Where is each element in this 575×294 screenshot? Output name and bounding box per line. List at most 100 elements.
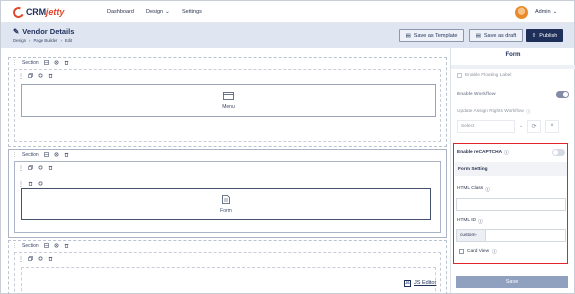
assign-rights-label: Update Assign Rights Workflow ⓘ: [457, 108, 531, 115]
pencil-icon[interactable]: ✎: [13, 27, 19, 36]
html-class-input[interactable]: [456, 198, 566, 211]
nav-dashboard-label: Dashboard: [107, 9, 134, 15]
breadcrumb-design[interactable]: Design: [13, 38, 26, 43]
toggle-knob: [563, 92, 568, 97]
info-icon[interactable]: ⓘ: [478, 218, 483, 225]
save-button[interactable]: Save: [456, 276, 568, 288]
drag-handle-icon[interactable]: ⋮: [12, 152, 17, 158]
form-widget-label: Form: [220, 207, 232, 214]
settings-icon[interactable]: [38, 73, 43, 78]
html-id-field[interactable]: custom-: [456, 229, 566, 242]
js-editor-button[interactable]: JS JS Editor: [404, 278, 436, 288]
save-as-template-button[interactable]: ▤ Save as Template: [399, 29, 464, 42]
settings-icon[interactable]: [54, 60, 59, 65]
crmjetty-logo[interactable]: CRM jetty: [11, 4, 64, 20]
save-as-template-label: Save as Template: [413, 32, 458, 39]
save-as-draft-button[interactable]: ▤ Save as draft: [469, 29, 523, 42]
delete-icon[interactable]: [64, 60, 69, 65]
top-navbar: CRM jetty Dashboard Design ⌄ Settings Ad…: [1, 1, 574, 23]
form-widget[interactable]: Form: [21, 188, 431, 220]
clear-button[interactable]: ×: [545, 119, 560, 133]
menu-widget[interactable]: Menu: [21, 84, 436, 117]
settings-icon[interactable]: [54, 152, 59, 157]
delete-icon[interactable]: [48, 256, 53, 261]
html-id-input[interactable]: [486, 229, 566, 242]
logo-crm-text: CRM: [26, 7, 46, 17]
toggle-knob: [553, 150, 558, 155]
drag-handle-icon[interactable]: ⋮: [18, 73, 24, 80]
layout-icon[interactable]: [43, 152, 49, 157]
info-icon[interactable]: ⓘ: [492, 248, 497, 255]
delete-icon[interactable]: [48, 165, 53, 170]
info-icon[interactable]: ⓘ: [526, 108, 531, 115]
delete-icon[interactable]: [64, 152, 69, 157]
copy-icon[interactable]: [28, 72, 33, 78]
drag-handle-icon[interactable]: ⋮: [12, 243, 17, 249]
workflow-option[interactable]: Enable Workflow: [457, 91, 569, 98]
card-view-option[interactable]: Card View ⓘ: [459, 248, 497, 255]
info-icon[interactable]: ⓘ: [485, 186, 490, 193]
settings-icon[interactable]: [38, 165, 43, 170]
form-widget-icon: [222, 194, 230, 206]
close-icon: ×: [550, 123, 554, 129]
section-label: Section: [22, 59, 39, 66]
delete-icon[interactable]: [64, 243, 69, 248]
section-toolbar: ⋮ Section: [12, 241, 69, 250]
nav-settings[interactable]: Settings: [182, 9, 202, 15]
empty-column[interactable]: [21, 267, 436, 294]
settings-icon[interactable]: [38, 256, 43, 261]
admin-menu[interactable]: Admin ⌄: [535, 9, 557, 15]
logo-mark-icon: [11, 4, 26, 20]
drag-handle-icon[interactable]: ⋮: [12, 60, 17, 66]
save-button-label: Save: [505, 279, 519, 285]
card-view-checkbox[interactable]: [459, 249, 464, 254]
assign-rights-select[interactable]: Select: [457, 119, 515, 133]
menu-widget-label: Menu: [222, 103, 235, 110]
nav-design-label: Design: [146, 9, 164, 15]
publish-button[interactable]: ⇧ Publish: [526, 29, 563, 42]
delete-icon[interactable]: [28, 181, 33, 186]
settings-icon[interactable]: [54, 243, 59, 248]
refresh-button[interactable]: ⟳: [527, 119, 542, 133]
layout-icon[interactable]: [43, 60, 49, 65]
recaptcha-toggle[interactable]: [552, 149, 565, 156]
breadcrumb-page-builder[interactable]: Page Builder: [33, 38, 57, 43]
template-icon: ▤: [405, 32, 411, 39]
nav-dashboard[interactable]: Dashboard: [107, 9, 134, 15]
row-container[interactable]: ⋮ Menu: [14, 69, 441, 142]
builder-canvas[interactable]: ⋮ Section ⋮ Menu ⋮ Section ⋮ ⋮ Form ⋮ Se…: [1, 48, 450, 294]
drag-handle-icon[interactable]: ⋮: [18, 165, 24, 172]
copy-icon[interactable]: [28, 255, 33, 261]
card-view-label: Card View: [467, 249, 490, 254]
settings-icon[interactable]: [38, 181, 43, 186]
drag-handle-icon[interactable]: ⋮: [18, 181, 24, 188]
workflow-toggle[interactable]: [556, 91, 569, 98]
section-toolbar: ⋮ Section: [12, 150, 69, 159]
page-header: ✎ Vendor Details Design › Page Builder ›…: [1, 23, 574, 48]
section-1[interactable]: ⋮ Section ⋮ Menu: [8, 57, 447, 147]
breadcrumb-edit: Edit: [64, 38, 73, 43]
user-avatar[interactable]: [515, 6, 528, 19]
row-container[interactable]: ⋮ ⋮ Form: [14, 161, 441, 233]
chevron-down-icon[interactable]: ⌄: [519, 124, 523, 129]
row-container[interactable]: ⋮: [14, 252, 441, 294]
menu-widget-icon: [223, 91, 234, 102]
nav-design[interactable]: Design ⌄: [146, 9, 170, 15]
info-icon[interactable]: ⓘ: [504, 149, 509, 156]
html-id-label: HTML ID ⓘ: [457, 218, 483, 225]
layout-icon[interactable]: [43, 243, 49, 248]
publish-label: Publish: [539, 32, 558, 39]
row-toolbar: ⋮: [18, 71, 53, 80]
refresh-icon: ⟳: [531, 123, 537, 130]
section-3[interactable]: ⋮ Section ⋮: [8, 240, 447, 294]
form-setting-header: Form Setting: [455, 162, 567, 176]
recaptcha-option[interactable]: Enable reCAPTCHA ⓘ: [457, 149, 565, 156]
floating-label-option[interactable]: Enable Floating Label: [457, 73, 511, 78]
copy-icon[interactable]: [28, 164, 33, 170]
column-toolbar: ⋮: [18, 163, 53, 172]
page-title: ✎ Vendor Details: [13, 27, 74, 36]
delete-icon[interactable]: [48, 73, 53, 78]
section-2[interactable]: ⋮ Section ⋮ ⋮ Form: [8, 149, 447, 238]
drag-handle-icon[interactable]: ⋮: [18, 256, 24, 263]
floating-label-checkbox[interactable]: [457, 73, 462, 78]
